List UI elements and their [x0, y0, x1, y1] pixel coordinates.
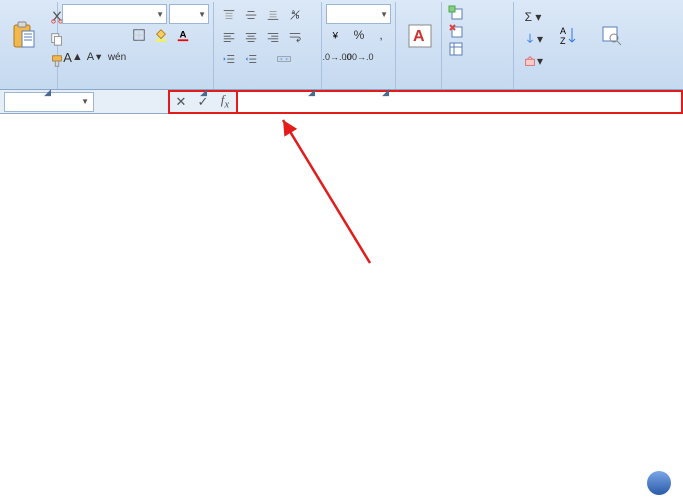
font-size-combo[interactable]: ▼ — [169, 4, 209, 24]
chevron-down-icon: ▼ — [152, 10, 164, 19]
italic-button[interactable] — [84, 24, 106, 46]
border-button[interactable] — [128, 24, 150, 46]
fill-button[interactable]: ▾ — [518, 28, 548, 50]
currency-button[interactable]: ¥ — [326, 24, 348, 46]
decrease-indent-button[interactable] — [218, 48, 240, 70]
align-right-button[interactable] — [262, 26, 284, 48]
ribbon: ◢ ▼ ▼ A A▲ A▼ wén ◢ — [0, 0, 683, 90]
find-select-button[interactable] — [592, 4, 632, 70]
chevron-down-icon: ▼ — [81, 97, 89, 106]
alignment-launcher-icon[interactable]: ◢ — [308, 87, 315, 98]
increase-indent-button[interactable] — [240, 48, 262, 70]
align-middle-button[interactable] — [240, 4, 262, 26]
group-alignment: ab ◢ — [214, 2, 322, 89]
bold-button[interactable] — [62, 24, 84, 46]
percent-button[interactable]: % — [348, 24, 370, 46]
svg-text:A: A — [560, 26, 566, 36]
cancel-formula-button[interactable]: ✕ — [170, 94, 192, 110]
watermark — [647, 471, 675, 495]
grow-font-button[interactable]: A▲ — [62, 46, 84, 68]
group-clipboard: ◢ — [0, 2, 58, 89]
formula-input[interactable] — [236, 90, 683, 114]
wrap-text-button[interactable] — [284, 26, 306, 48]
chevron-down-icon: ▼ — [194, 10, 206, 19]
group-font: ▼ ▼ A A▲ A▼ wén ◢ — [58, 2, 214, 89]
font-launcher-icon[interactable]: ◢ — [200, 87, 207, 98]
group-styles: A — [396, 2, 442, 89]
comma-button[interactable]: , — [370, 24, 392, 46]
insert-button[interactable] — [446, 4, 470, 22]
group-editing: Σ ▾ ▾ ▾ AZ — [514, 2, 664, 89]
chevron-down-icon: ▼ — [376, 10, 388, 19]
insert-function-button[interactable]: fx — [214, 92, 236, 111]
orientation-button[interactable]: ab — [284, 4, 306, 26]
group-cells — [442, 2, 514, 89]
paste-button[interactable] — [4, 4, 44, 70]
autosum-button[interactable]: Σ ▾ — [518, 6, 548, 28]
underline-button[interactable] — [106, 24, 128, 46]
group-number: ▼ ¥ % , .0→.00 .00→.0 ◢ — [322, 2, 396, 89]
format-button[interactable] — [446, 40, 470, 58]
align-left-button[interactable] — [218, 26, 240, 48]
styles-button[interactable]: A — [400, 4, 440, 70]
align-top-button[interactable] — [218, 4, 240, 26]
svg-text:A: A — [180, 30, 187, 41]
fill-color-button[interactable] — [150, 24, 172, 46]
clipboard-launcher-icon[interactable]: ◢ — [44, 87, 51, 98]
svg-text:¥: ¥ — [332, 31, 339, 42]
svg-text:Z: Z — [560, 36, 566, 46]
number-format-combo[interactable]: ▼ — [326, 4, 391, 24]
clear-button[interactable]: ▾ — [518, 50, 548, 72]
svg-text:a: a — [292, 9, 296, 16]
font-name-combo[interactable]: ▼ — [62, 4, 167, 24]
align-bottom-button[interactable] — [262, 4, 284, 26]
svg-text:b: b — [296, 14, 300, 21]
number-launcher-icon[interactable]: ◢ — [382, 87, 389, 98]
svg-text:A: A — [413, 28, 425, 45]
formula-bar: ▼ ✕ ✓ fx — [0, 90, 683, 114]
delete-button[interactable] — [446, 22, 470, 40]
sort-filter-button[interactable]: AZ — [550, 4, 590, 70]
decrease-decimal-button[interactable]: .00→.0 — [348, 46, 370, 68]
php-logo-icon — [647, 471, 671, 495]
align-center-button[interactable] — [240, 26, 262, 48]
shrink-font-button[interactable]: A▼ — [84, 46, 106, 68]
phonetic-guide-button[interactable]: wén — [106, 46, 128, 68]
font-color-button[interactable]: A — [172, 24, 194, 46]
merge-cells-button[interactable] — [262, 48, 306, 70]
